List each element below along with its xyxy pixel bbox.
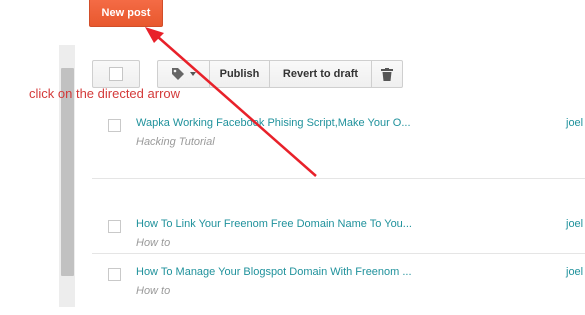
arrow-icon [145, 27, 317, 177]
